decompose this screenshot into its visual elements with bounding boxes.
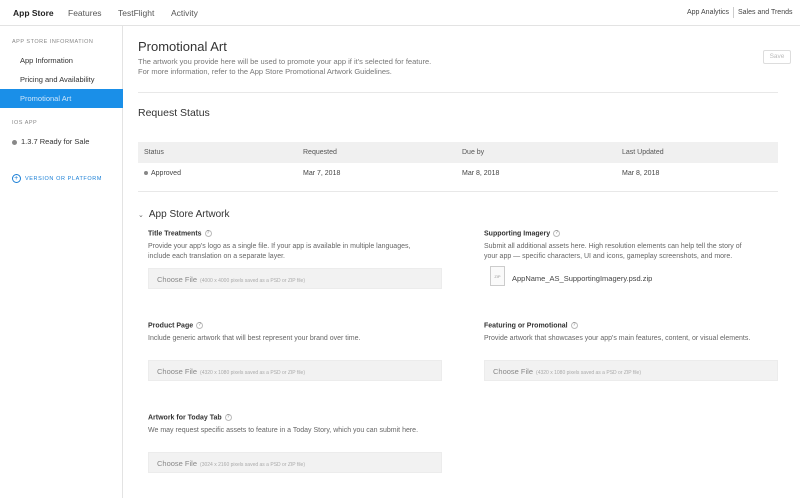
tab-activity[interactable]: Activity bbox=[171, 8, 198, 18]
featuring-choose-file[interactable]: Choose File (4320 x 1080 pixels saved as … bbox=[484, 360, 778, 381]
title-treatments-label: Title Treatments? bbox=[148, 230, 212, 237]
choose-file-text: Choose File bbox=[493, 367, 534, 376]
save-button[interactable]: Save bbox=[763, 50, 791, 64]
column-header-due-by: Due by bbox=[462, 149, 485, 156]
desc-line: Submit all additional assets here. High … bbox=[484, 243, 742, 250]
request-status-title: Request Status bbox=[138, 107, 210, 119]
nav-divider bbox=[733, 7, 734, 18]
title-treatments-desc: Provide your app's logo as a single file… bbox=[148, 242, 448, 262]
today-tab-text: Artwork for Today Tab bbox=[148, 414, 222, 422]
today-tab-choose-file[interactable]: Choose File (3024 x 2160 pixels saved as … bbox=[148, 452, 442, 473]
sidebar-item-pricing[interactable]: Pricing and Availability bbox=[0, 70, 123, 89]
title-treatments-choose-file[interactable]: Choose File (4000 x 4000 pixels saved as … bbox=[148, 268, 442, 289]
add-version-link[interactable]: + VERSION OR PLATFORM bbox=[12, 174, 102, 183]
question-icon[interactable]: ? bbox=[553, 230, 561, 237]
supporting-imagery-text: Supporting Imagery bbox=[484, 230, 551, 238]
file-hint: (3024 x 2160 pixels saved as a PSD or ZI… bbox=[200, 462, 305, 468]
uploaded-file-name[interactable]: AppName_AS_SupportingImagery.psd.zip bbox=[512, 274, 652, 283]
status-table-header: Status Requested Due by Last Updated bbox=[138, 142, 778, 163]
featuring-label: Featuring or Promotional? bbox=[484, 322, 578, 329]
file-hint: (4320 x 1080 pixels saved as a PSD or ZI… bbox=[200, 370, 305, 376]
sidebar: APP STORE INFORMATION App Information Pr… bbox=[0, 26, 123, 498]
question-icon[interactable]: ? bbox=[196, 322, 204, 329]
supporting-imagery-desc: Submit all additional assets here. High … bbox=[484, 242, 784, 262]
column-header-requested: Requested bbox=[303, 149, 337, 156]
choose-file-label: Choose File (4000 x 4000 pixels saved as … bbox=[157, 275, 305, 284]
status-cell: Approved bbox=[144, 170, 181, 177]
featuring-desc: Provide artwork that showcases your app'… bbox=[484, 335, 751, 342]
app-store-artwork-toggle[interactable]: ⌄ App Store Artwork bbox=[138, 209, 229, 220]
column-header-status: Status bbox=[144, 149, 164, 156]
status-dot bbox=[144, 171, 148, 176]
desc-line: Provide your app's logo as a single file… bbox=[148, 243, 411, 250]
version-label: 1.3.7 Ready for Sale bbox=[21, 137, 90, 146]
sidebar-item-app-information[interactable]: App Information bbox=[0, 51, 123, 70]
file-hint: (4320 x 1080 pixels saved as a PSD or ZI… bbox=[536, 370, 641, 376]
tab-app-store[interactable]: App Store bbox=[13, 8, 54, 18]
zip-file-icon: ZIP bbox=[490, 266, 505, 286]
plus-circle-icon: + bbox=[12, 174, 21, 183]
sidebar-heading-app-store-info: APP STORE INFORMATION bbox=[12, 39, 94, 45]
title-treatments-text: Title Treatments bbox=[148, 230, 202, 238]
today-tab-desc: We may request specific assets to featur… bbox=[148, 427, 419, 434]
choose-file-label: Choose File (4320 x 1080 pixels saved as … bbox=[157, 367, 305, 376]
artwork-section-title: App Store Artwork bbox=[148, 209, 230, 220]
product-page-choose-file[interactable]: Choose File (4320 x 1080 pixels saved as … bbox=[148, 360, 442, 381]
divider bbox=[138, 92, 778, 93]
app-analytics-link[interactable]: App Analytics bbox=[687, 9, 729, 16]
chevron-down-icon: ⌄ bbox=[138, 212, 144, 219]
choose-file-text: Choose File bbox=[157, 459, 198, 468]
file-hint: (4000 x 4000 pixels saved as a PSD or ZI… bbox=[200, 278, 305, 284]
sidebar-item-version[interactable]: 1.3.7 Ready for Sale bbox=[0, 132, 123, 151]
choose-file-text: Choose File bbox=[157, 367, 198, 376]
subtitle-line-2: For more information, refer to the App S… bbox=[138, 67, 392, 76]
last-updated-cell: Mar 8, 2018 bbox=[622, 170, 660, 177]
column-header-last-updated: Last Updated bbox=[622, 149, 664, 156]
requested-cell: Mar 7, 2018 bbox=[303, 170, 341, 177]
question-icon[interactable]: ? bbox=[570, 322, 578, 329]
top-nav: App Store Features TestFlight Activity A… bbox=[0, 0, 800, 26]
choose-file-text: Choose File bbox=[157, 275, 198, 284]
featuring-text: Featuring or Promotional bbox=[484, 322, 568, 330]
sidebar-heading-ios-app: IOS APP bbox=[12, 120, 38, 126]
desc-line: include each translation on a separate l… bbox=[148, 253, 285, 260]
status-value: Approved bbox=[151, 170, 181, 177]
due-by-cell: Mar 8, 2018 bbox=[462, 170, 500, 177]
sidebar-item-promotional-art[interactable]: Promotional Art bbox=[0, 89, 123, 108]
divider bbox=[138, 191, 778, 192]
product-page-desc: Include generic artwork that will best r… bbox=[148, 335, 361, 342]
product-page-text: Product Page bbox=[148, 322, 194, 330]
main-content: Promotional Art The artwork you provide … bbox=[124, 26, 800, 498]
supporting-imagery-label: Supporting Imagery? bbox=[484, 230, 561, 238]
sales-and-trends-link[interactable]: Sales and Trends bbox=[738, 9, 792, 16]
product-page-label: Product Page? bbox=[148, 322, 204, 330]
today-tab-label: Artwork for Today Tab? bbox=[148, 414, 232, 421]
version-status-dot bbox=[12, 139, 17, 145]
choose-file-label: Choose File (4320 x 1080 pixels saved as … bbox=[493, 367, 641, 376]
page-subtitle: The artwork you provide here will be use… bbox=[138, 57, 558, 77]
choose-file-label: Choose File (3024 x 2160 pixels saved as … bbox=[157, 459, 305, 468]
tab-features[interactable]: Features bbox=[68, 8, 102, 18]
add-version-label: VERSION OR PLATFORM bbox=[25, 175, 102, 182]
subtitle-line-1: The artwork you provide here will be use… bbox=[138, 57, 432, 66]
table-row: Approved Mar 7, 2018 Mar 8, 2018 Mar 8, … bbox=[138, 165, 778, 183]
question-icon[interactable]: ? bbox=[224, 414, 232, 421]
tab-testflight[interactable]: TestFlight bbox=[118, 8, 154, 18]
page-title: Promotional Art bbox=[138, 39, 227, 54]
question-icon[interactable]: ? bbox=[204, 230, 212, 237]
desc-line: your app — specific characters, UI and i… bbox=[484, 253, 733, 260]
